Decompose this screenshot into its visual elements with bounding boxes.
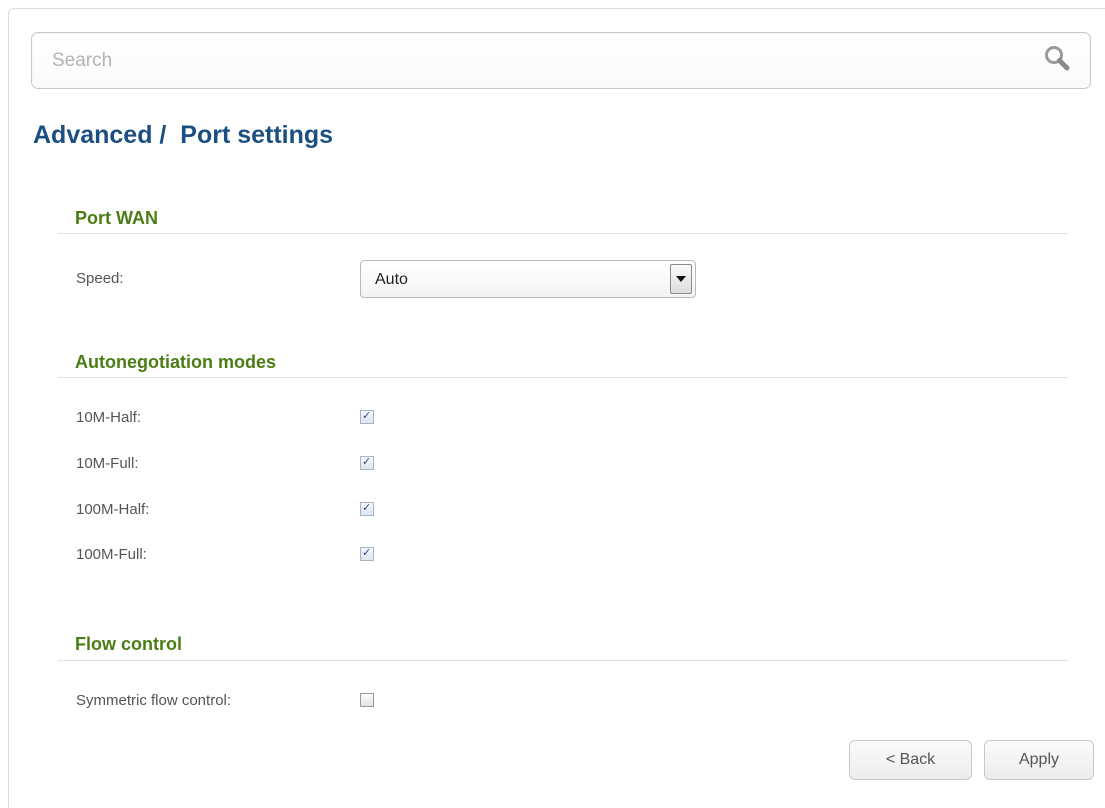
section-divider: [58, 377, 1068, 378]
section-title-port-wan: Port WAN: [75, 208, 158, 228]
autoneg-label-10m-half: 10M-Half:: [76, 409, 142, 426]
autoneg-label-10m-full: 10M-Full:: [76, 455, 139, 472]
checkbox-100m-full[interactable]: ✓: [360, 546, 374, 561]
section-title-autonegotiation: Autonegotiation modes: [75, 352, 276, 372]
symmetric-flow-control-label: Symmetric flow control:: [76, 692, 232, 709]
autoneg-label-100m-half: 100M-Half:: [76, 501, 150, 518]
section-divider: [58, 660, 1068, 661]
apply-button[interactable]: Apply: [984, 740, 1094, 780]
section-title-flow-control: Flow control: [75, 634, 182, 654]
speed-label: Speed:: [76, 270, 124, 287]
check-icon: ✓: [362, 455, 372, 468]
checkbox-100m-half[interactable]: ✓: [360, 501, 374, 516]
check-icon: ✓: [362, 409, 372, 422]
back-button[interactable]: < Back: [849, 740, 972, 780]
section-divider: [58, 233, 1068, 234]
check-icon: ✓: [362, 546, 372, 559]
checkbox-10m-half[interactable]: ✓: [360, 409, 374, 424]
page-title: Advanced / Port settings: [33, 121, 334, 149]
checkbox-10m-full[interactable]: ✓: [360, 455, 374, 470]
speed-select-value: Auto: [375, 271, 408, 288]
autoneg-label-100m-full: 100M-Full:: [76, 546, 147, 563]
search-icon[interactable]: [1041, 43, 1075, 77]
chevron-down-icon[interactable]: [670, 264, 692, 294]
check-icon: ✓: [362, 501, 372, 514]
speed-select[interactable]: Auto: [360, 260, 696, 298]
checkbox-symmetric-flow-control[interactable]: [360, 693, 374, 707]
search-bar: [31, 32, 1091, 89]
search-input[interactable]: [52, 45, 1012, 77]
